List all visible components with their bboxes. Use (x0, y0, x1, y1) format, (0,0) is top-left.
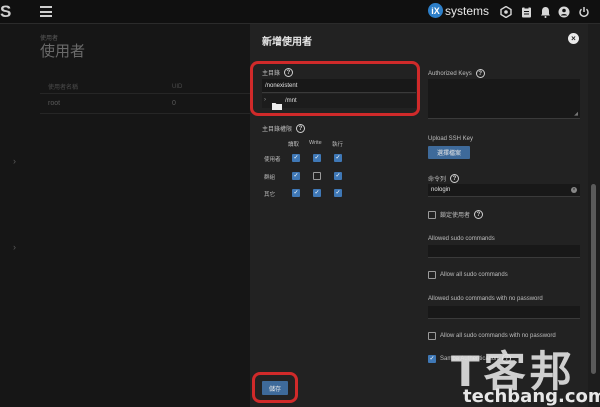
brand-badge: iX (428, 3, 443, 18)
shell-value: nologin (431, 187, 451, 193)
highlight-save-button (252, 372, 298, 403)
samba-auth-checkbox[interactable] (428, 354, 436, 363)
sudo-nopass-label: Allowed sudo commands with no password (428, 296, 543, 302)
allow-all-sudo-nopass-checkbox[interactable] (428, 332, 436, 340)
logo-fragment: S (0, 2, 12, 21)
brand-logo: iX systems (428, 3, 489, 18)
table-header: 使用者名稱 UID (40, 80, 250, 94)
brand-text: systems (445, 3, 490, 18)
perm-row-group: 群組 (264, 175, 276, 181)
authorized-keys-textarea[interactable]: ◢ (428, 79, 580, 119)
cell-username: root (48, 100, 61, 107)
dialog-title: 新增使用者 (262, 37, 312, 48)
page-title: 使用者 (40, 43, 86, 60)
watermark-small-text: techbang.com (463, 386, 600, 407)
sudo-commands-label-text: Allowed sudo commands (428, 236, 495, 242)
choose-file-button[interactable]: 選擇檔案 (428, 146, 470, 159)
app-root: S iX systems 使用者 使用者 › › 使用者名稱 UID root … (0, 0, 600, 407)
sudo-nopass-label-text: Allowed sudo commands with no password (428, 296, 543, 302)
help-icon[interactable]: ? (296, 124, 306, 133)
help-icon[interactable]: ? (474, 210, 484, 219)
authorized-keys-label-row: Authorized Keys ? (428, 69, 485, 78)
sudo-nopass-input[interactable] (428, 306, 580, 319)
allow-all-sudo-checkbox[interactable] (428, 271, 436, 279)
watermark-logo: T客邦 techbang.com (445, 338, 600, 407)
authorized-keys-label: Authorized Keys (428, 70, 472, 77)
background-page: 使用者 使用者 › › 使用者名稱 UID root 0 (0, 24, 250, 407)
perm-col-exec: 執行 (332, 142, 344, 148)
help-icon[interactable]: ? (450, 174, 460, 183)
resize-handle-icon[interactable]: ◢ (574, 111, 578, 117)
account-icon[interactable] (556, 4, 572, 20)
allow-all-sudo-label: Allow all sudo commands (440, 272, 508, 278)
perm-group-write-checkbox[interactable] (313, 172, 321, 180)
help-icon[interactable]: ? (475, 69, 485, 78)
top-bar: S iX systems (0, 0, 600, 24)
perm-other-exec-checkbox[interactable] (334, 189, 342, 197)
home-perm-label-row: 主目錄權限 ? (262, 124, 306, 133)
truecommand-icon[interactable] (498, 4, 514, 20)
perm-user-write-checkbox[interactable] (313, 154, 321, 162)
chevron-right-icon: › (13, 242, 16, 252)
bell-icon[interactable] (537, 4, 553, 20)
clear-icon[interactable]: × (571, 187, 577, 193)
table-row[interactable]: root 0 (40, 94, 250, 114)
menu-icon[interactable] (40, 6, 52, 17)
upload-ssh-label-text: Upload SSH Key (428, 136, 474, 142)
users-table: 使用者名稱 UID root 0 (40, 80, 250, 114)
perm-group-exec-checkbox[interactable] (334, 172, 342, 180)
perm-row-other: 其它 (264, 192, 276, 198)
perm-user-exec-checkbox[interactable] (334, 154, 342, 162)
perm-other-read-checkbox[interactable] (292, 189, 300, 197)
perm-col-read: 讀取 (288, 142, 300, 148)
home-perm-label: 主目錄權限 (262, 127, 293, 133)
highlight-home-dir (250, 61, 420, 116)
shell-label-row: 命令列 ? (428, 174, 460, 183)
chevron-right-icon: › (13, 156, 16, 166)
allow-all-sudo-row: Allow all sudo commands (428, 271, 508, 279)
lock-user-row: 鎖定使用者 ? (428, 210, 484, 219)
sudo-commands-input[interactable] (428, 245, 580, 258)
column-header-uid: UID (172, 83, 183, 90)
close-icon[interactable]: × (568, 33, 579, 44)
shell-label: 命令列 (428, 177, 447, 183)
perm-other-write-checkbox[interactable] (313, 189, 321, 197)
clipboard-icon[interactable] (518, 4, 534, 20)
upload-ssh-label: Upload SSH Key (428, 136, 473, 142)
column-header-username: 使用者名稱 (48, 85, 79, 91)
dialog-header: 新增使用者 × (250, 24, 588, 52)
cell-uid: 0 (172, 100, 176, 107)
perm-user-read-checkbox[interactable] (292, 154, 300, 162)
lock-user-label: 鎖定使用者 (440, 213, 471, 219)
lock-user-checkbox[interactable] (428, 210, 436, 219)
power-icon[interactable] (576, 4, 592, 20)
perm-col-write: Write (309, 140, 322, 146)
perm-row-user: 使用者 (264, 157, 281, 163)
perm-group-read-checkbox[interactable] (292, 172, 300, 180)
sudo-commands-label: Allowed sudo commands (428, 236, 495, 242)
shell-select[interactable]: nologin × (428, 184, 580, 197)
